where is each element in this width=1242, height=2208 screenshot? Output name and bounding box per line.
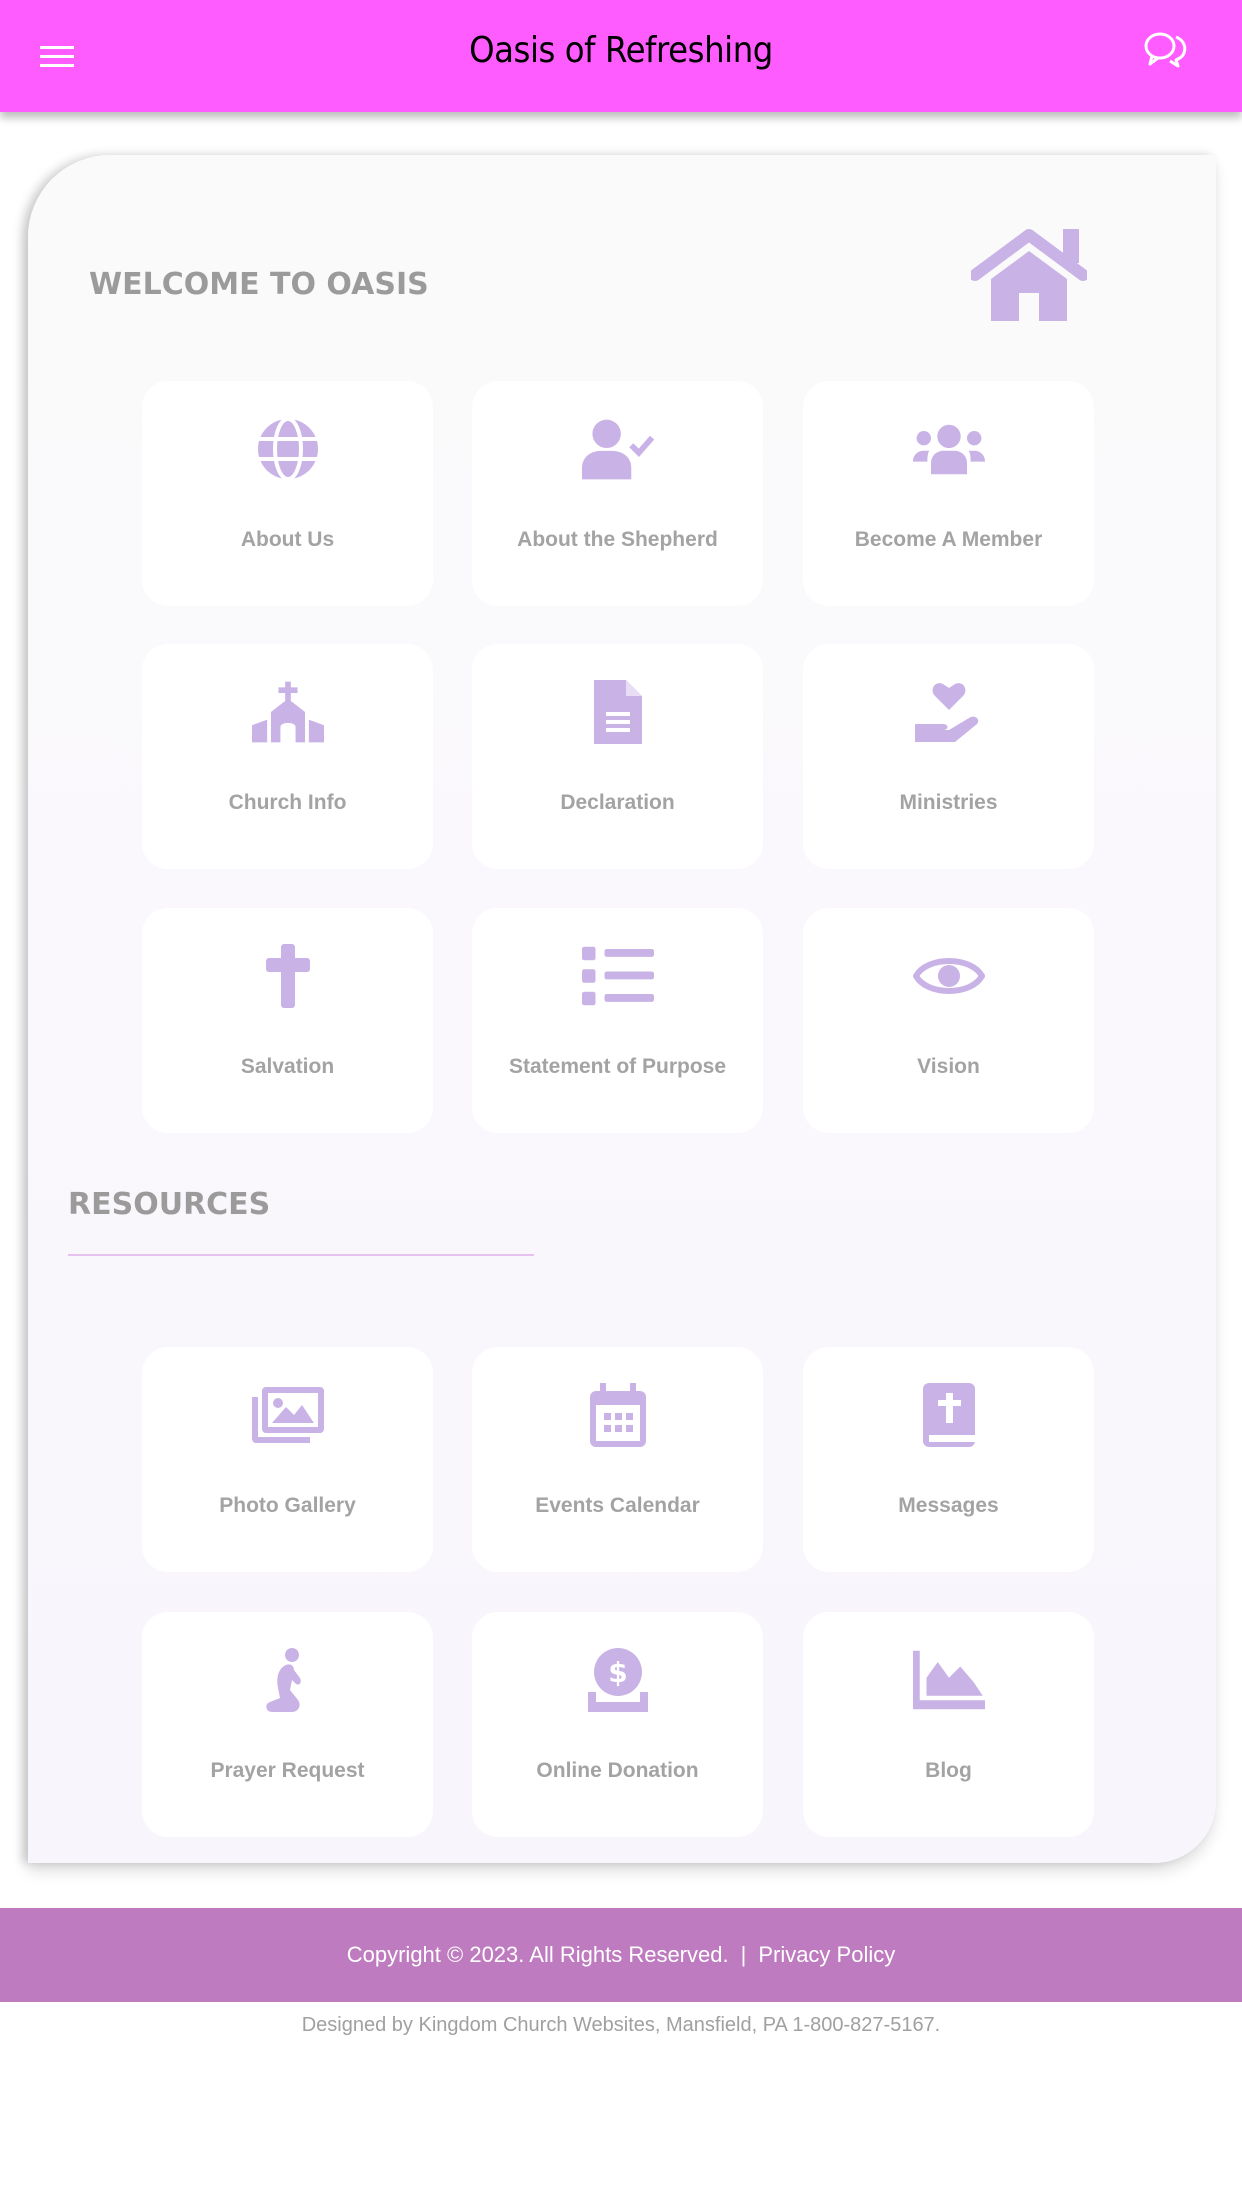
app-title: Oasis of Refreshing bbox=[469, 30, 773, 71]
privacy-policy-link[interactable]: Privacy Policy bbox=[758, 1942, 895, 1968]
tile-vision[interactable]: Vision bbox=[803, 908, 1094, 1133]
tile-label: Declaration bbox=[560, 791, 675, 814]
svg-text:$: $ bbox=[608, 1656, 627, 1689]
praying-person-icon bbox=[265, 1648, 301, 1712]
donate-icon: $ bbox=[587, 1648, 648, 1712]
resources-title: RESOURCES bbox=[68, 1187, 271, 1222]
calendar-icon bbox=[589, 1383, 646, 1447]
tile-label: Become A Member bbox=[854, 528, 1043, 551]
photo-gallery-icon bbox=[251, 1387, 324, 1443]
cross-icon bbox=[265, 944, 310, 1008]
tile-salvation[interactable]: Salvation bbox=[142, 908, 433, 1133]
welcome-title: WELCOME TO OASIS bbox=[89, 267, 429, 302]
church-icon bbox=[251, 681, 324, 743]
tile-blog[interactable]: Blog bbox=[803, 1612, 1094, 1837]
copyright-text: Copyright © 2023. All Rights Reserved. bbox=[346, 1942, 729, 1967]
tile-photo-gallery[interactable]: Photo Gallery bbox=[142, 1347, 433, 1572]
tile-label: Online Donation bbox=[536, 1759, 699, 1782]
tile-statement-of-purpose[interactable]: Statement of Purpose bbox=[472, 908, 763, 1133]
tile-label: About the Shepherd bbox=[517, 528, 718, 551]
tile-label: About Us bbox=[240, 528, 335, 551]
tile-label: Ministries bbox=[899, 791, 998, 814]
tile-online-donation[interactable]: $ Online Donation bbox=[472, 1612, 763, 1837]
tile-about-the-shepherd[interactable]: About the Shepherd bbox=[472, 381, 763, 606]
tile-prayer-request[interactable]: Prayer Request bbox=[142, 1612, 433, 1837]
tile-label: Salvation bbox=[240, 1055, 335, 1078]
home-icon bbox=[971, 229, 1087, 321]
tile-label: Church Info bbox=[228, 791, 347, 814]
tile-label: Messages bbox=[898, 1494, 999, 1517]
tile-ministries[interactable]: Ministries bbox=[803, 644, 1094, 869]
chat-bubbles-icon bbox=[1144, 32, 1187, 68]
tile-become-a-member[interactable]: Become A Member bbox=[803, 381, 1094, 606]
document-icon bbox=[593, 680, 642, 744]
designed-by-credit: Designed by Kingdom Church Websites, Man… bbox=[301, 2014, 941, 2036]
tile-label: Events Calendar bbox=[535, 1494, 700, 1517]
tile-label: Blog bbox=[925, 1759, 972, 1782]
tile-label: Statement of Purpose bbox=[508, 1055, 727, 1078]
tile-messages[interactable]: Messages bbox=[803, 1347, 1094, 1572]
tile-about-us[interactable]: About Us bbox=[142, 381, 433, 606]
hand-holding-heart-icon bbox=[914, 683, 978, 742]
area-chart-icon bbox=[912, 1650, 985, 1710]
eye-icon bbox=[912, 958, 985, 994]
user-check-icon bbox=[581, 419, 654, 480]
tile-label: Photo Gallery bbox=[219, 1494, 356, 1517]
main-card: WELCOME TO OASIS About Us About the Shep… bbox=[28, 155, 1216, 1863]
tile-declaration[interactable]: Declaration bbox=[472, 644, 763, 869]
bible-icon bbox=[922, 1383, 975, 1447]
tile-events-calendar[interactable]: Events Calendar bbox=[472, 1347, 763, 1572]
globe-icon bbox=[257, 417, 318, 481]
tile-church-info[interactable]: Church Info bbox=[142, 644, 433, 869]
section-divider bbox=[68, 1254, 534, 1256]
footer-separator: | bbox=[740, 1942, 747, 1967]
app-header: Oasis of Refreshing bbox=[0, 0, 1242, 112]
tile-label: Vision bbox=[917, 1055, 980, 1078]
tile-label: Prayer Request bbox=[210, 1759, 365, 1782]
chat-button[interactable] bbox=[1140, 28, 1192, 74]
footer-band: Copyright © 2023. All Rights Reserved. |… bbox=[0, 1908, 1242, 2002]
users-group-icon bbox=[912, 424, 985, 475]
list-icon bbox=[581, 946, 654, 1006]
